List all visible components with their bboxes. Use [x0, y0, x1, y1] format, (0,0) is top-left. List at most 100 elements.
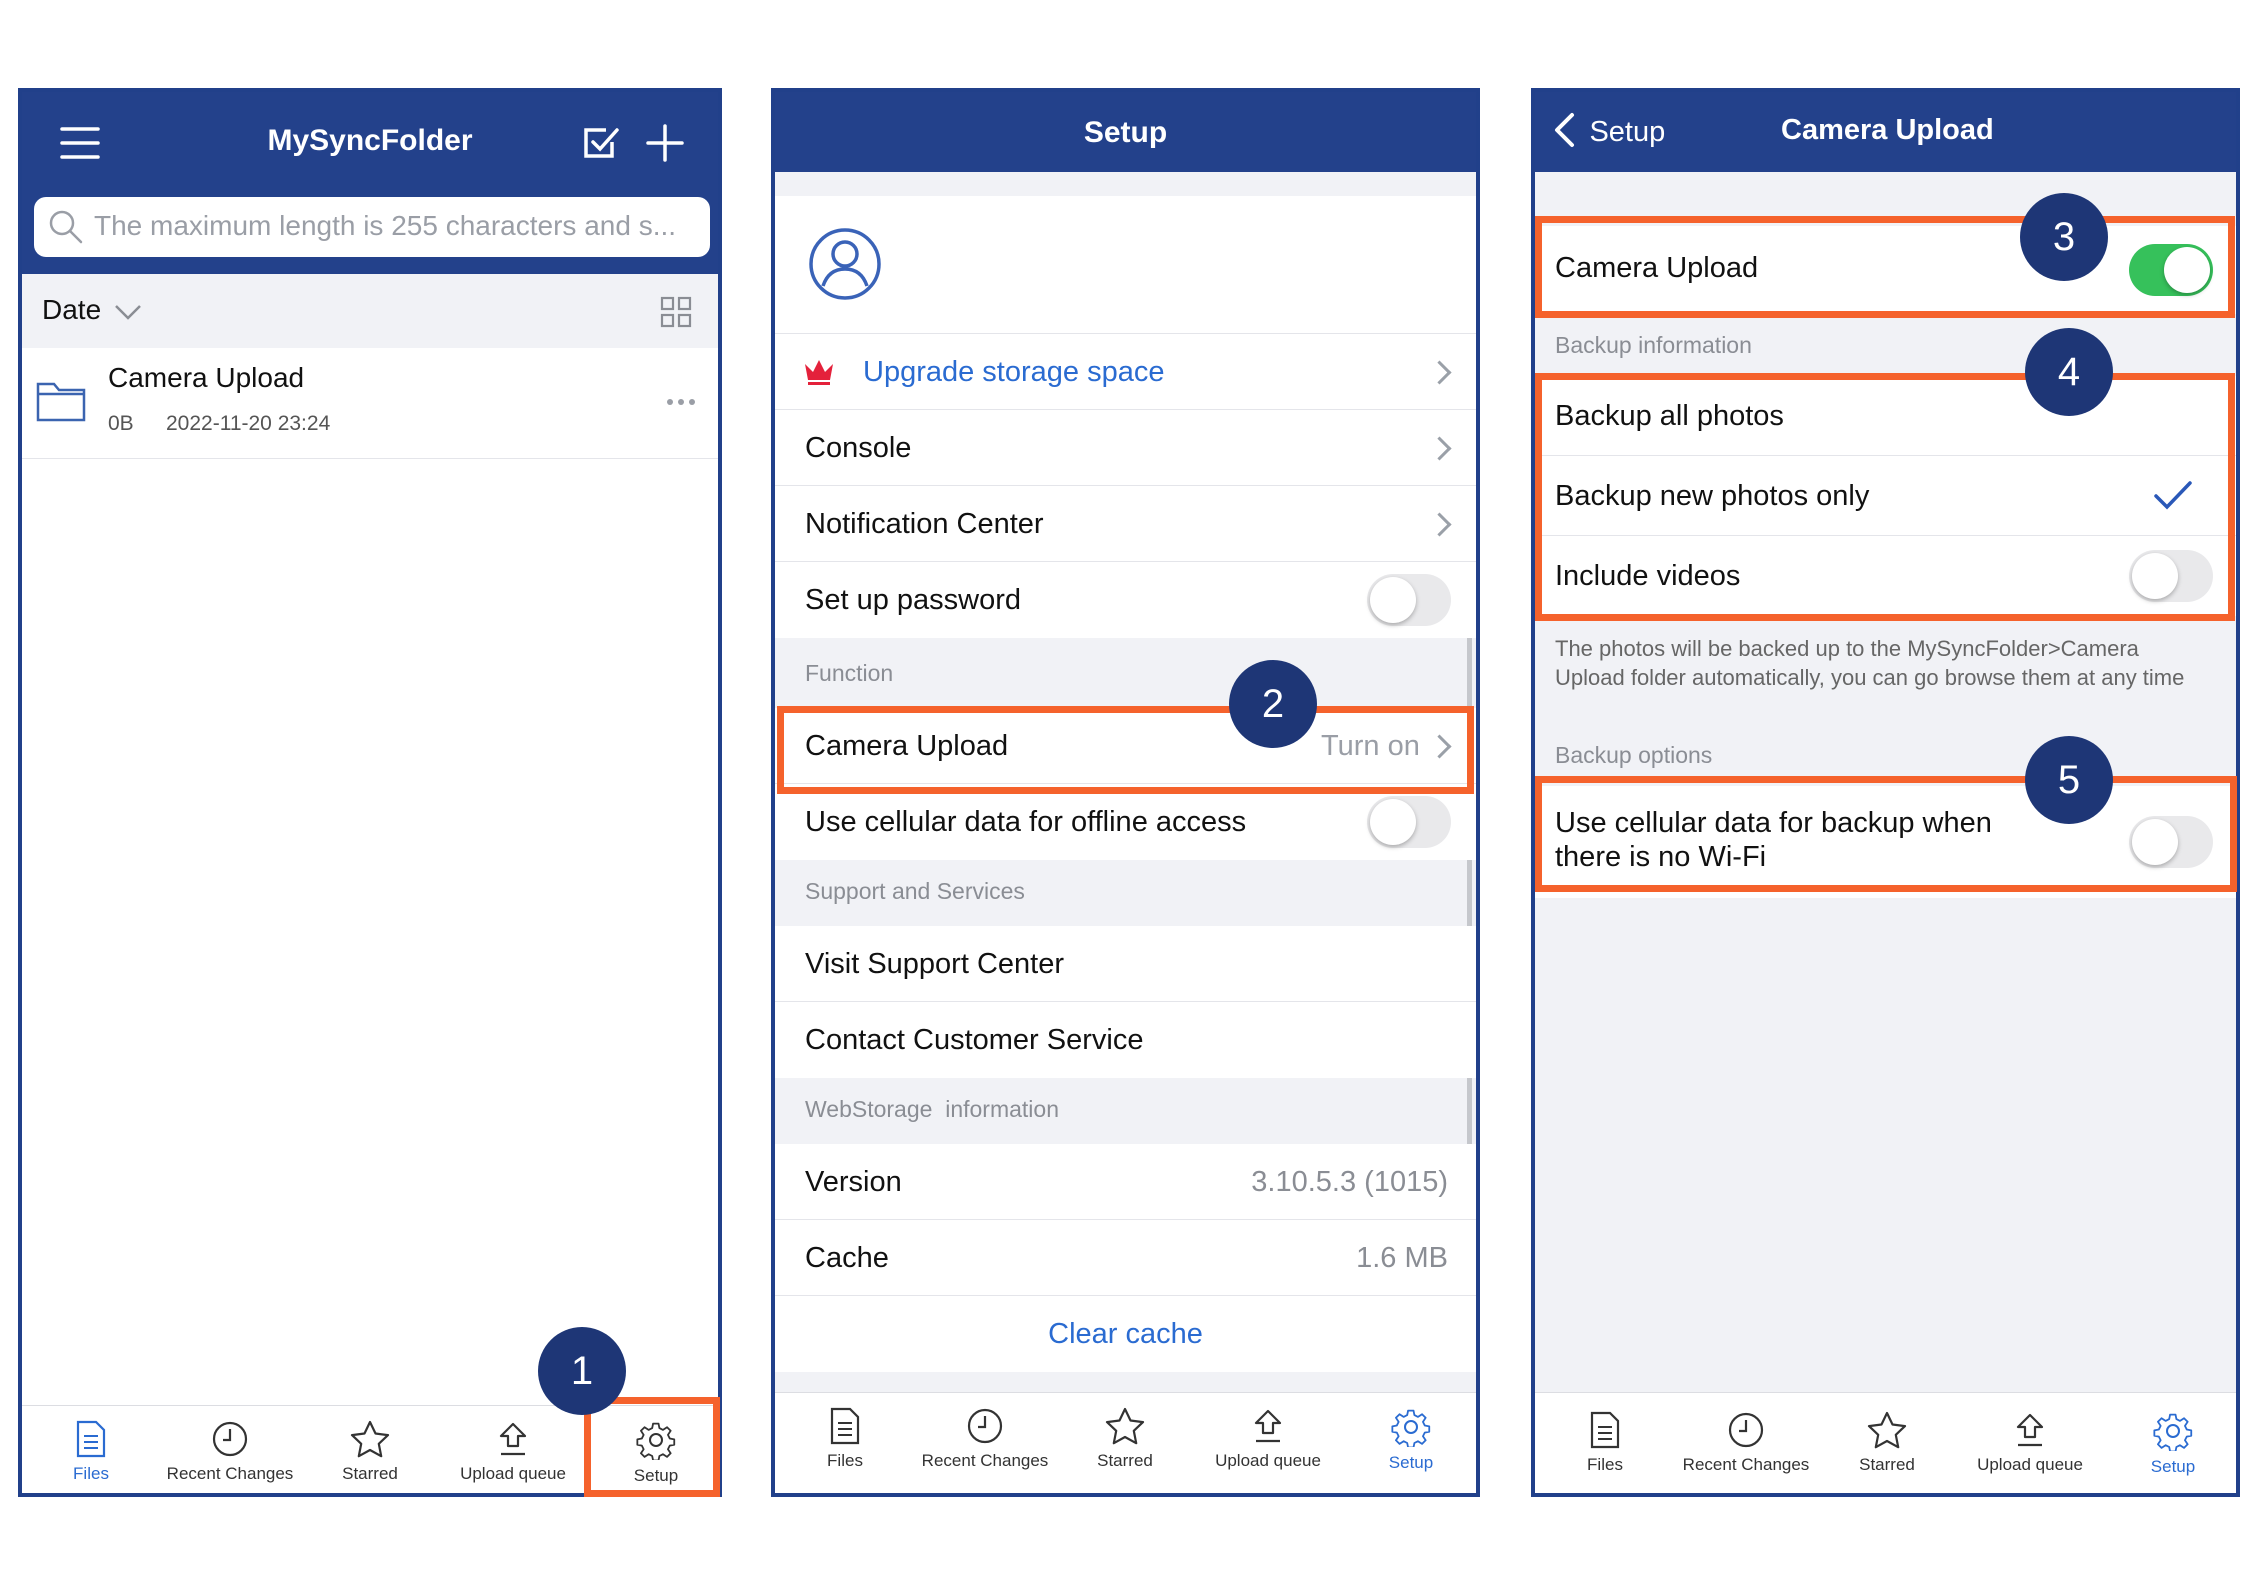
star-icon	[1105, 1407, 1145, 1445]
files-screen: MySyncFolder The maximum length is 255 c…	[18, 88, 722, 1497]
contact-service-row[interactable]: Contact Customer Service	[775, 1002, 1476, 1078]
back-chevron-icon	[1553, 112, 1575, 153]
highlight-camera-upload	[777, 706, 1474, 794]
file-date: 2022-11-20 23:24	[166, 412, 331, 435]
clock-icon	[212, 1421, 248, 1457]
version-value: 3.10.5.3 (1015)	[1251, 1166, 1448, 1198]
tab-files[interactable]: Files	[22, 1420, 160, 1484]
console-row[interactable]: Console	[775, 410, 1476, 486]
search-input[interactable]: The maximum length is 255 characters and…	[94, 210, 676, 242]
tab-label: Starred	[1859, 1455, 1915, 1474]
gear-icon	[2153, 1413, 2193, 1451]
cellular-offline-label: Use cellular data for offline access	[805, 806, 1247, 838]
highlight-camera-upload-toggle	[1535, 216, 2235, 318]
visit-support-row[interactable]: Visit Support Center	[775, 926, 1476, 1002]
tab-recent-changes[interactable]: Recent Changes	[1675, 1411, 1817, 1475]
highlight-backup-options	[1535, 776, 2237, 892]
notification-center-label: Notification Center	[805, 508, 1044, 540]
crown-icon	[803, 358, 835, 391]
chevron-right-icon	[1427, 512, 1452, 537]
tab-label: Recent Changes	[1682, 1455, 1810, 1474]
set-password-label: Set up password	[805, 584, 1022, 616]
file-icon	[830, 1407, 860, 1445]
cellular-offline-row: Use cellular data for offline access	[775, 784, 1476, 860]
files-header: MySyncFolder The maximum length is 255 c…	[22, 92, 718, 274]
contact-service-label: Contact Customer Service	[805, 1024, 1144, 1056]
check-square-icon[interactable]	[582, 124, 620, 162]
set-password-row: Set up password	[775, 562, 1476, 638]
section-info: WebStorage information	[805, 1096, 1059, 1122]
chevron-right-icon	[1427, 360, 1452, 385]
sort-bar: Date	[22, 274, 718, 348]
password-toggle[interactable]	[1367, 574, 1451, 626]
version-label: Version	[805, 1166, 902, 1198]
tab-label: Setup	[1388, 1453, 1434, 1472]
visit-support-label: Visit Support Center	[805, 948, 1064, 980]
star-icon	[350, 1420, 390, 1458]
back-button[interactable]: Setup	[1553, 112, 1665, 153]
tab-starred[interactable]: Starred	[1055, 1407, 1195, 1471]
gear-icon	[1391, 1409, 1431, 1447]
plus-icon[interactable]	[646, 124, 684, 162]
grid-icon[interactable]	[660, 296, 692, 333]
tab-recent-changes[interactable]: Recent Changes	[915, 1407, 1055, 1471]
sort-dropdown[interactable]: Date	[42, 294, 142, 326]
section-function: Function	[805, 660, 894, 686]
list-item[interactable]: Camera Upload 0B 2022-11-20 23:24	[22, 348, 718, 459]
upgrade-storage-row[interactable]: Upgrade storage space	[775, 334, 1476, 410]
upload-icon	[1254, 1409, 1282, 1443]
tab-label: Starred	[1097, 1451, 1153, 1470]
tab-upload-queue[interactable]: Upload queue	[1957, 1411, 2103, 1475]
version-row: Version 3.10.5.3 (1015)	[775, 1144, 1476, 1220]
step-badge: 5	[2025, 736, 2113, 824]
chevron-down-icon	[114, 303, 142, 326]
file-icon	[1590, 1411, 1620, 1449]
notification-center-row[interactable]: Notification Center	[775, 486, 1476, 562]
tab-setup[interactable]: Setup	[1341, 1407, 1476, 1473]
cellular-offline-toggle[interactable]	[1367, 796, 1451, 848]
user-icon	[807, 226, 883, 307]
highlight-backup-information	[1535, 373, 2235, 621]
tab-starred[interactable]: Starred	[1817, 1411, 1957, 1475]
tab-files[interactable]: Files	[1535, 1411, 1675, 1475]
tab-label: Files	[1587, 1455, 1623, 1474]
step-badge: 1	[538, 1327, 626, 1415]
page-title: Setup	[1083, 116, 1168, 149]
tab-label: Files	[827, 1451, 863, 1470]
tab-upload-queue[interactable]: Upload queue	[1195, 1407, 1341, 1471]
tab-upload-queue[interactable]: Upload queue	[440, 1420, 586, 1484]
setup-header: Setup	[775, 92, 1476, 172]
more-icon[interactable]	[666, 394, 696, 412]
tab-recent-changes[interactable]: Recent Changes	[160, 1420, 300, 1484]
step-badge: 4	[2025, 328, 2113, 416]
clear-cache-button[interactable]: Clear cache	[775, 1318, 1476, 1351]
tab-label: Setup	[2150, 1457, 2196, 1476]
search-field[interactable]: The maximum length is 255 characters and…	[34, 197, 710, 257]
tab-label: Files	[73, 1464, 109, 1483]
tab-files[interactable]: Files	[775, 1407, 915, 1471]
tab-setup[interactable]: Setup	[2103, 1411, 2236, 1477]
upgrade-storage-label: Upgrade storage space	[863, 356, 1165, 388]
backup-note: The photos will be backed up to the MySy…	[1555, 636, 2185, 690]
section-backup-options: Backup options	[1555, 742, 1713, 768]
highlight-setup-tab	[584, 1397, 720, 1497]
tab-label: Upload queue	[460, 1464, 566, 1483]
console-label: Console	[805, 432, 912, 464]
file-size: 0B	[108, 412, 134, 435]
camera-upload-header: Setup Camera Upload	[1535, 92, 2236, 172]
tab-starred[interactable]: Starred	[300, 1420, 440, 1484]
search-icon	[48, 209, 84, 250]
back-label: Setup	[1589, 116, 1666, 148]
section-support: Support and Services	[805, 878, 1025, 904]
cache-row: Cache 1.6 MB	[775, 1220, 1476, 1296]
star-icon	[1867, 1411, 1907, 1449]
cache-value: 1.6 MB	[1356, 1242, 1448, 1274]
upload-icon	[2016, 1413, 2044, 1447]
folder-icon	[36, 378, 86, 427]
clear-cache-row[interactable]: Clear cache	[775, 1296, 1476, 1372]
section-backup-info: Backup information	[1555, 332, 1752, 358]
clock-icon	[967, 1408, 1003, 1444]
profile-row[interactable]	[775, 196, 1476, 334]
tab-bar: Files Recent Changes Starred Upload queu…	[775, 1392, 1476, 1493]
page-title: Camera Upload	[1781, 114, 1994, 146]
